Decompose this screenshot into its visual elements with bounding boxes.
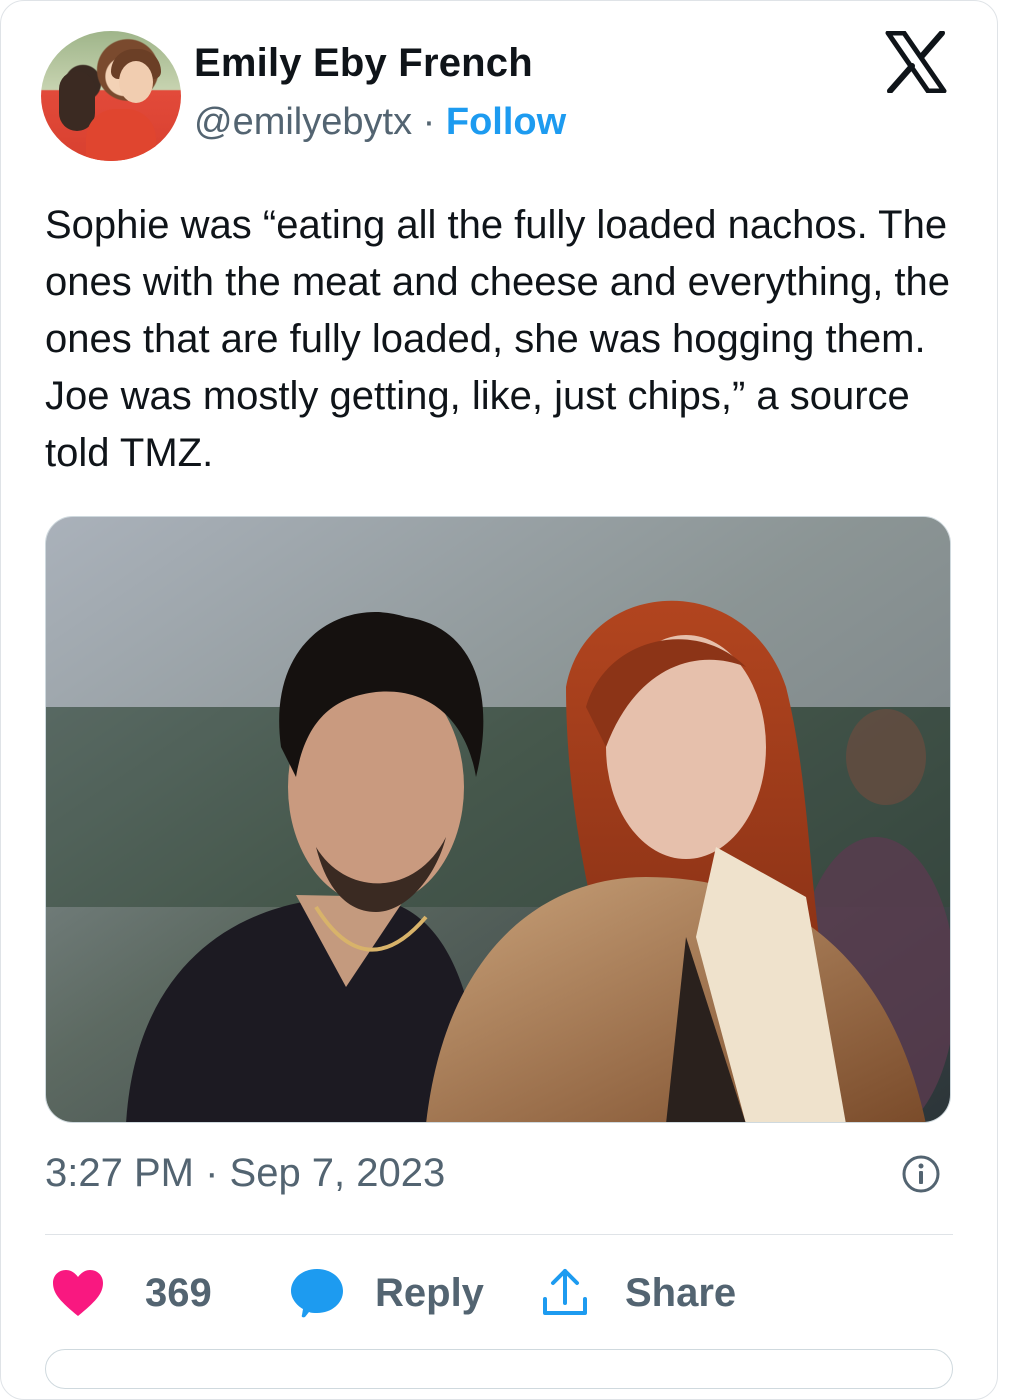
- author-name[interactable]: Emily Eby French: [194, 41, 533, 86]
- tweet-photo[interactable]: [45, 516, 951, 1123]
- tweet-actions: 369 Reply Share: [45, 1263, 953, 1323]
- share-arrow-icon: [543, 1269, 587, 1315]
- actions-divider: [45, 1234, 953, 1235]
- share-button[interactable]: Share: [541, 1263, 736, 1323]
- tweet-card: Emily Eby French @emilyebytx · Follow So…: [0, 0, 998, 1400]
- photo-joe-and-sophie: [46, 517, 950, 1122]
- like-button[interactable]: 369: [51, 1263, 212, 1323]
- avatar-background-person: [59, 71, 95, 131]
- share-label: Share: [625, 1270, 737, 1315]
- x-logo-icon[interactable]: [884, 31, 948, 93]
- avatar-face: [119, 61, 153, 103]
- author-avatar[interactable]: [41, 31, 181, 161]
- read-replies-button[interactable]: [45, 1349, 953, 1389]
- handle-separator: ·: [422, 101, 436, 143]
- author-handle-line: @emilyebytx · Follow: [194, 101, 566, 144]
- tweet-timestamp[interactable]: 3:27 PM · Sep 7, 2023: [45, 1151, 445, 1196]
- info-icon[interactable]: [901, 1154, 941, 1194]
- heart-icon: [53, 1270, 103, 1316]
- author-handle[interactable]: @emilyebytx: [194, 101, 412, 143]
- avatar-shirt: [86, 109, 156, 161]
- speech-bubble-icon: [291, 1269, 343, 1318]
- reply-label: Reply: [375, 1270, 484, 1315]
- follow-button[interactable]: Follow: [446, 101, 566, 143]
- reply-button[interactable]: Reply: [289, 1263, 484, 1323]
- tweet-text: Sophie was “eating all the fully loaded …: [45, 203, 951, 475]
- like-count: 369: [145, 1270, 212, 1315]
